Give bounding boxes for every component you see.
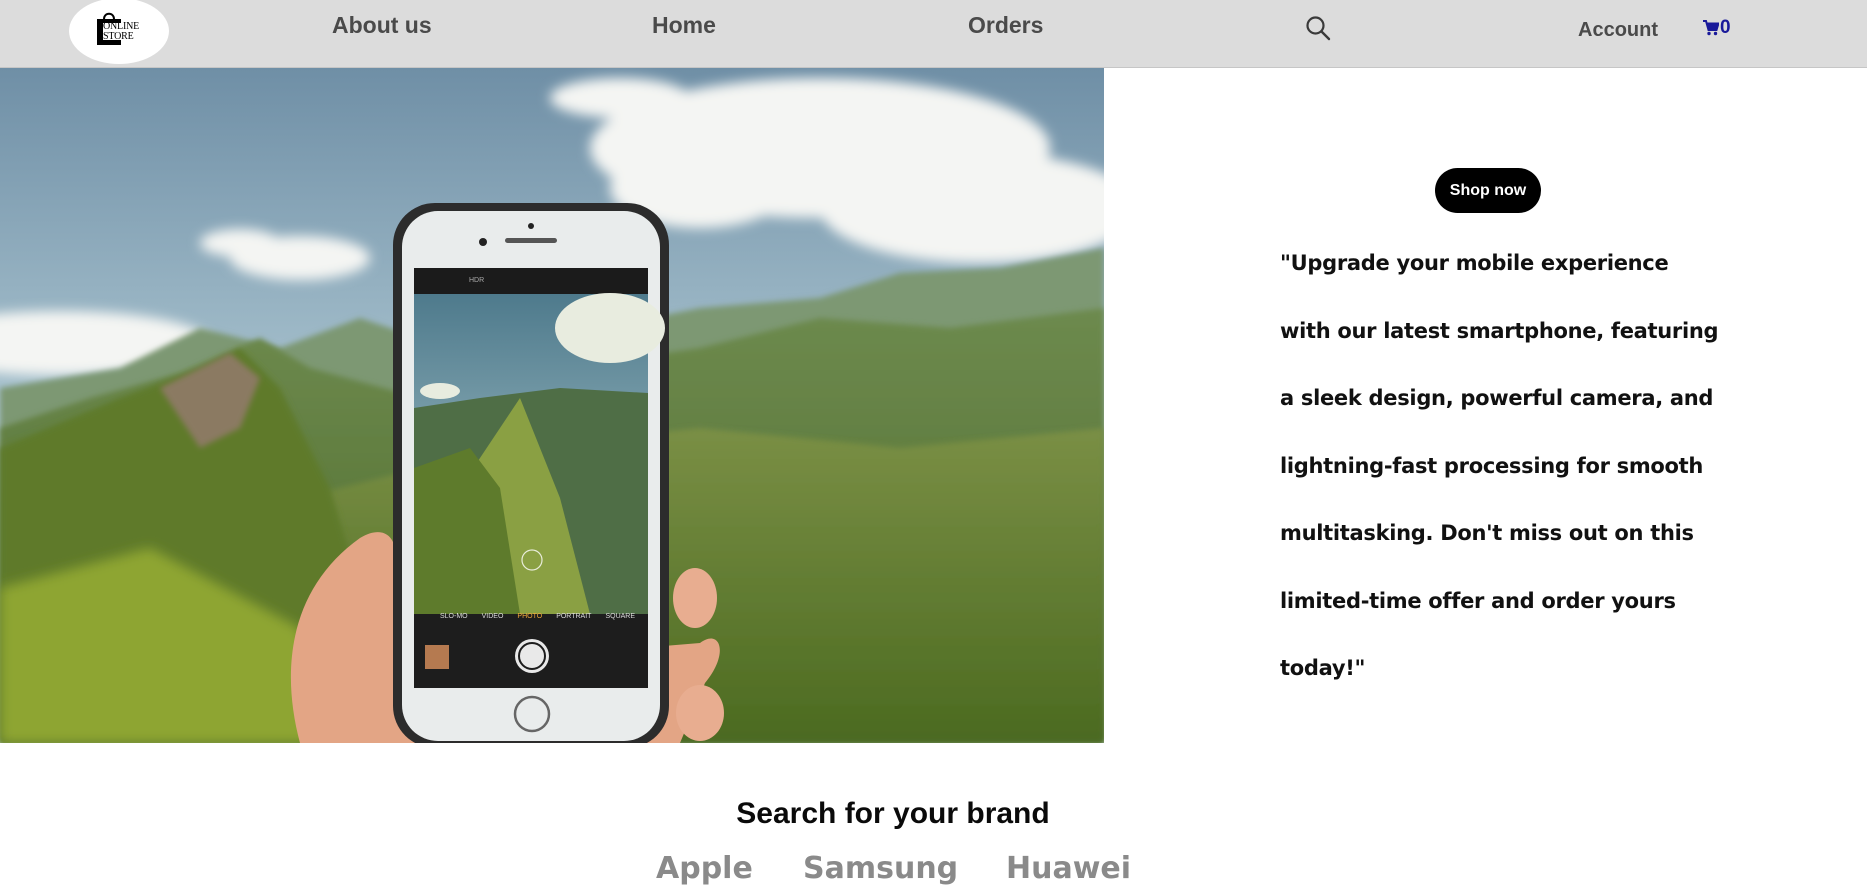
hero-quote-line: today!" <box>1280 656 1366 680</box>
brand-apple-link[interactable]: Apple <box>656 851 753 886</box>
cart-button[interactable]: 0 <box>1703 17 1731 39</box>
shop-now-button[interactable]: Shop now <box>1435 168 1541 213</box>
camera-mode-video: VIDEO <box>481 613 504 620</box>
brand-huawei-link[interactable]: Huawei <box>1006 851 1131 886</box>
hero-quote-line: lightning-fast processing for smooth <box>1280 453 1704 478</box>
camera-mode-square: SQUARE <box>605 613 636 620</box>
logo-text: ONLINE STORE <box>103 22 139 42</box>
nav-home[interactable]: Home <box>652 12 716 39</box>
cart-icon <box>1703 20 1719 36</box>
camera-mode-photo: PHOTO <box>517 613 543 620</box>
camera-modes: SLO-MO VIDEO PHOTO PORTRAIT SQUARE <box>440 613 635 620</box>
top-navbar: ONLINE STORE About us Home Orders Accoun… <box>0 0 1867 68</box>
nav-about-us[interactable]: About us <box>332 12 432 39</box>
hero-quote-line: "Upgrade your mobile experience <box>1280 251 1669 275</box>
camera-mode-slomo: SLO-MO <box>440 613 468 620</box>
cart-count: 0 <box>1720 17 1731 38</box>
nav-orders[interactable]: Orders <box>968 12 1043 39</box>
hero-quote-line: multitasking. Don't miss out on this <box>1280 521 1694 545</box>
camera-hdr-label: HDR <box>469 277 485 284</box>
hero-quote-line: limited-time offer and order yours <box>1280 588 1676 613</box>
hero-quote-line: with our latest smartphone, featuring <box>1280 318 1719 343</box>
hero-image: HDR SLO-MO VIDEO PHOTO PORTRAIT SQUARE <box>0 68 1104 743</box>
hero-quote: "Upgrade your mobile experience with our… <box>1280 230 1740 703</box>
hero-quote-line: a sleek design, powerful camera, and <box>1280 386 1714 410</box>
hero-photo-illustration <box>0 68 1104 743</box>
camera-mode-portrait: PORTRAIT <box>556 613 592 620</box>
brand-search-title: Search for your brand <box>736 797 1050 830</box>
nav-account[interactable]: Account <box>1578 19 1658 42</box>
brand-samsung-link[interactable]: Samsung <box>803 851 958 886</box>
logo-text-line2: STORE <box>103 31 134 42</box>
store-logo[interactable]: ONLINE STORE <box>69 0 169 64</box>
search-icon[interactable] <box>1305 15 1331 41</box>
